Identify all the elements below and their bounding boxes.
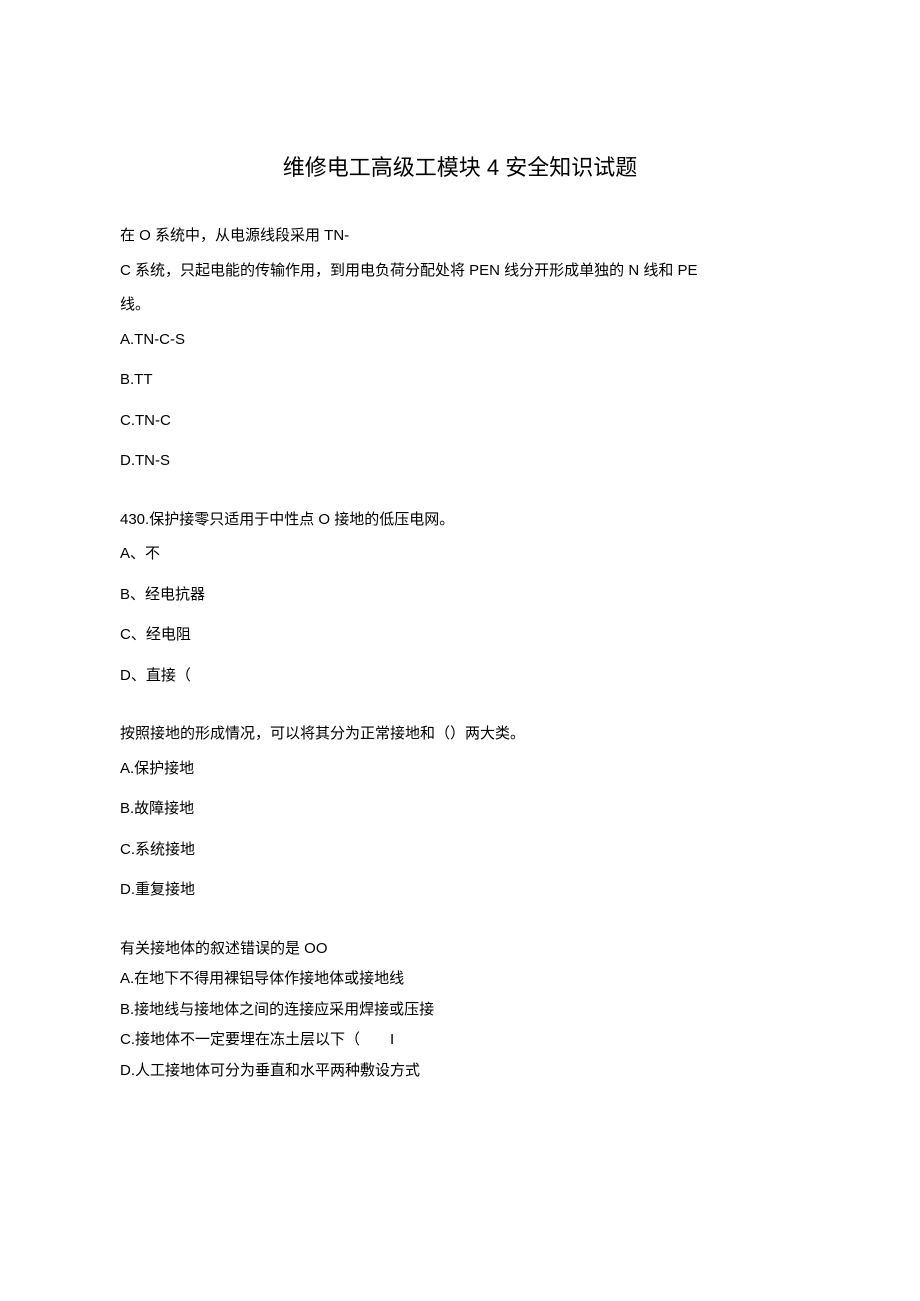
option-c: C、经电阻 <box>120 621 800 650</box>
question-text-line: 在 O 系统中，从电源线段采用 TN- <box>120 222 800 251</box>
option-c: C.系统接地 <box>120 836 800 865</box>
option-a: A、不 <box>120 540 800 569</box>
option-d: D、直接（ <box>120 662 800 691</box>
option-a: A.保护接地 <box>120 755 800 784</box>
question-text: 有关接地体的叙述错误的是 OO <box>120 935 800 964</box>
question-text-line: 线。 <box>120 291 800 320</box>
option-d: D.人工接地体可分为垂直和水平两种敷设方式 <box>120 1057 800 1086</box>
question-2: 430.保护接零只适用于中性点 O 接地的低压电网。 A、不 B、经电抗器 C、… <box>120 506 800 691</box>
question-1: 在 O 系统中，从电源线段采用 TN- C 系统，只起电能的传输作用，到用电负荷… <box>120 222 800 476</box>
option-c: C.接地体不一定要埋在冻土层以下（ I <box>120 1026 800 1055</box>
question-3: 按照接地的形成情况，可以将其分为正常接地和（）两大类。 A.保护接地 B.故障接… <box>120 720 800 905</box>
option-b: B.TT <box>120 366 800 395</box>
option-b: B.接地线与接地体之间的连接应采用焊接或压接 <box>120 996 800 1025</box>
option-d: D.TN-S <box>120 447 800 476</box>
option-b: B.故障接地 <box>120 795 800 824</box>
question-4: 有关接地体的叙述错误的是 OO A.在地下不得用裸铝导体作接地体或接地线 B.接… <box>120 935 800 1086</box>
page-title: 维修电工高级工模块 4 安全知识试题 <box>120 150 800 182</box>
question-text: 430.保护接零只适用于中性点 O 接地的低压电网。 <box>120 506 800 535</box>
document-page: 维修电工高级工模块 4 安全知识试题 在 O 系统中，从电源线段采用 TN- C… <box>0 0 920 1215</box>
option-c: C.TN-C <box>120 407 800 436</box>
option-d: D.重复接地 <box>120 876 800 905</box>
question-text: 按照接地的形成情况，可以将其分为正常接地和（）两大类。 <box>120 720 800 749</box>
option-a: A.在地下不得用裸铝导体作接地体或接地线 <box>120 965 800 994</box>
option-b: B、经电抗器 <box>120 581 800 610</box>
option-a: A.TN-C-S <box>120 326 800 355</box>
question-text-line: C 系统，只起电能的传输作用，到用电负荷分配处将 PEN 线分开形成单独的 N … <box>120 257 800 286</box>
